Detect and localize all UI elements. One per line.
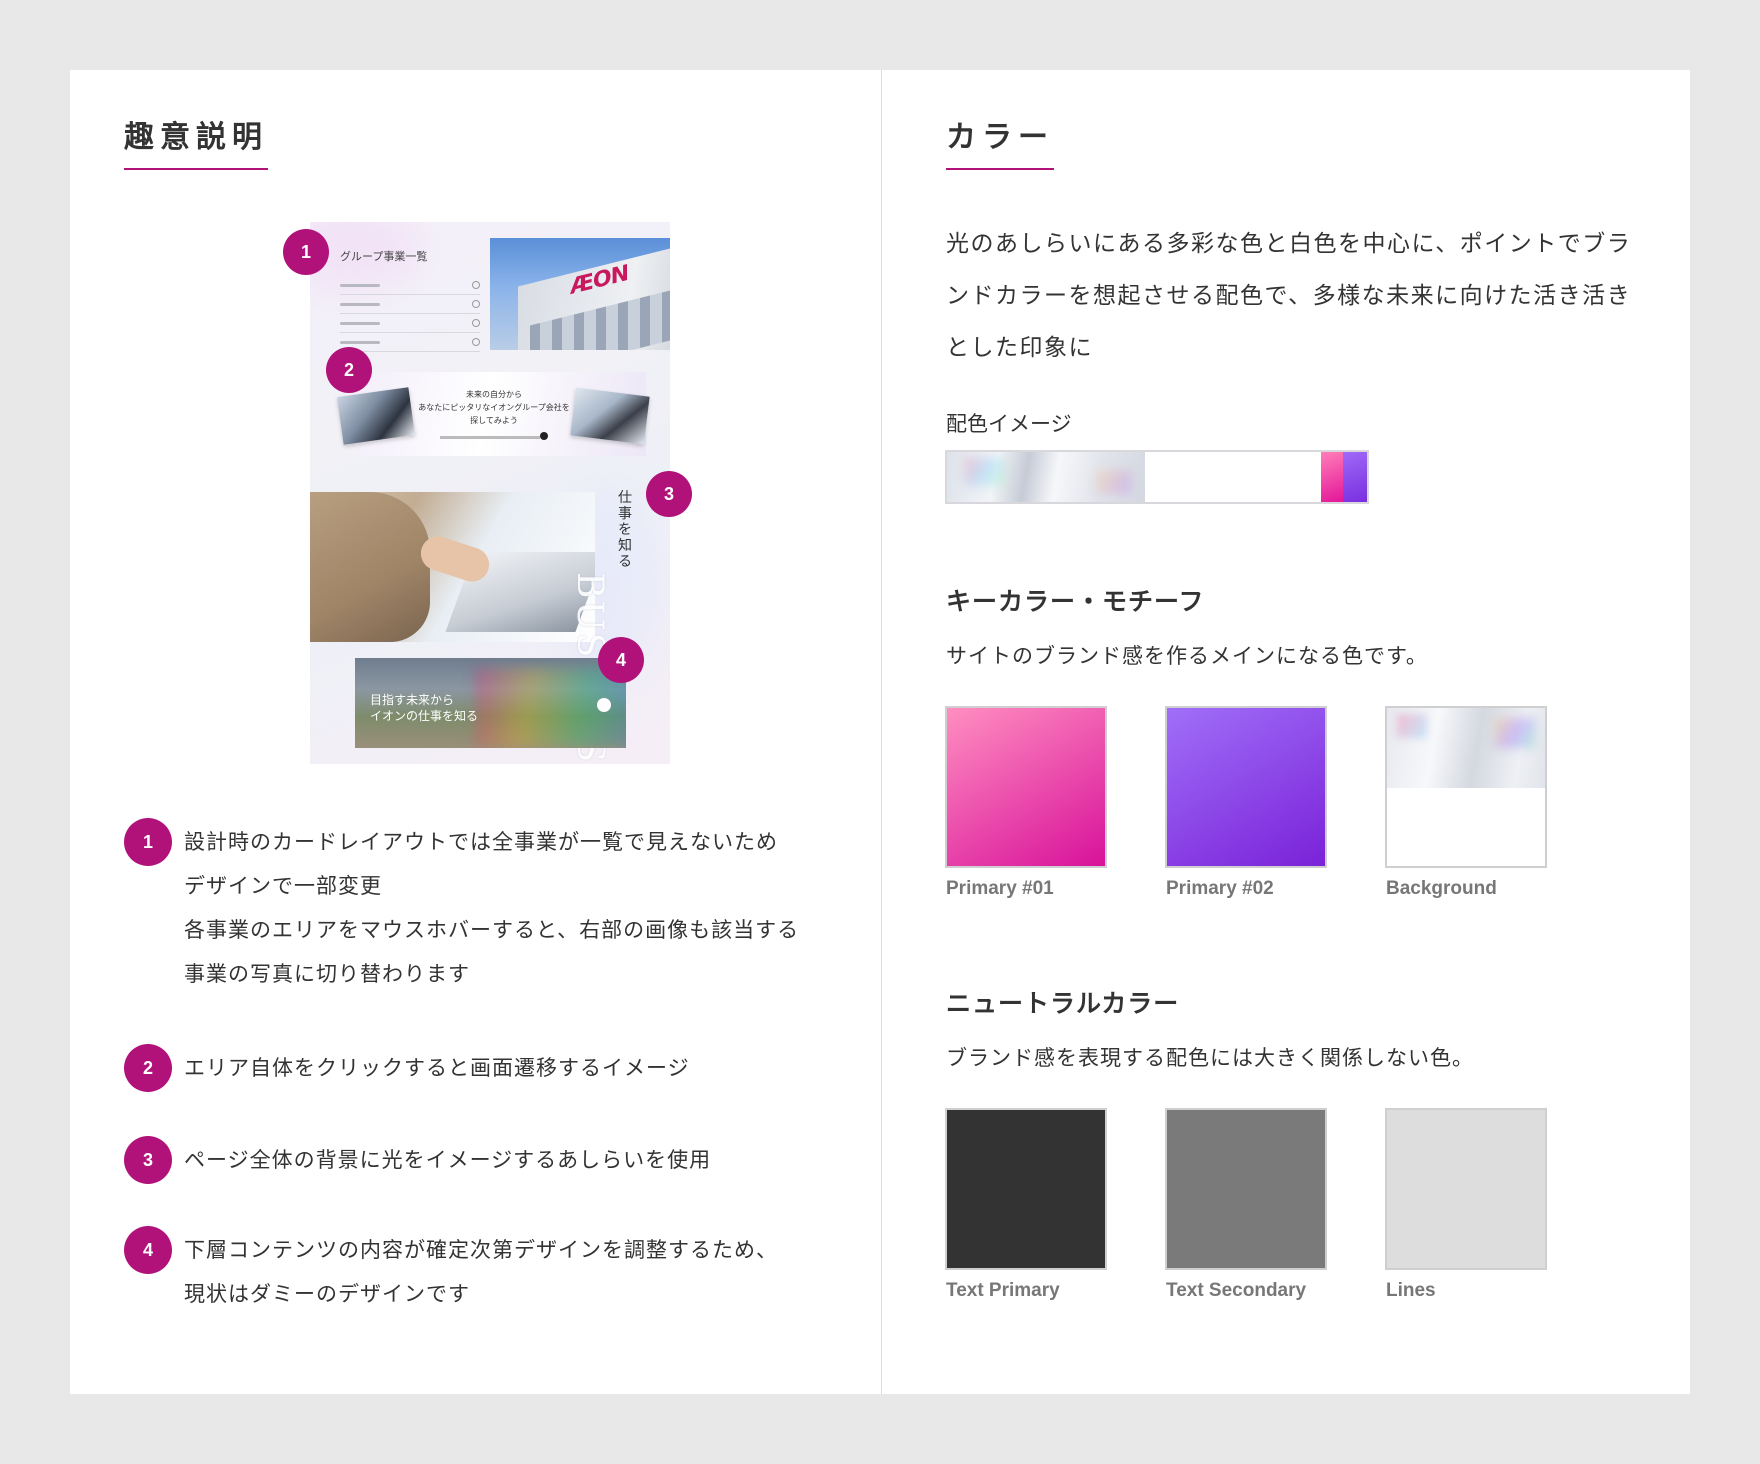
neutral-color-title: ニュートラルカラー	[946, 989, 1180, 1018]
mockup-work-photo	[310, 492, 595, 642]
swatch-background-label: Background	[1386, 878, 1497, 899]
left-heading: 趣意説明	[124, 112, 268, 170]
mockup-badge-4: 4	[598, 637, 644, 683]
color-intro: 光のあしらいにある多彩な色と白色を中心に、ポイントでブランドカラーを想起させる配…	[946, 231, 1632, 361]
swatch-primary-02-label: Primary #02	[1166, 878, 1274, 899]
mockup-banner2-arrow-icon	[540, 432, 548, 440]
note-badge-1: 1	[124, 818, 172, 866]
note-badge-3: 3	[124, 1136, 172, 1184]
mockup-group-title: グループ事業一覧	[340, 250, 428, 263]
swatch-text-primary	[945, 1108, 1107, 1270]
right-heading: カラー	[946, 112, 1054, 170]
mockup-banner2-link	[440, 436, 540, 439]
swatch-primary-01-label: Primary #01	[946, 878, 1054, 899]
palette-white	[1145, 452, 1321, 502]
mockup-banner4-arrow-icon	[597, 698, 611, 712]
mockup-banner2-photo-right	[570, 387, 650, 445]
mockup-badge-1: 1	[283, 229, 329, 275]
mockup-banner2-text: 未来の自分から あなたにピッタリなイオングループ会社を 探してみよう	[418, 390, 570, 425]
note-3-text: ページ全体の背景に光をイメージするあしらいを使用	[184, 1148, 712, 1172]
note-4-text: 下層コンテンツの内容が確定次第デザインを調整するため、 現状はダミーのデザインで…	[184, 1238, 778, 1306]
palette-image-label: 配色イメージ	[946, 412, 1072, 436]
mockup-business-list	[340, 276, 480, 352]
mockup-list-row	[340, 276, 480, 295]
palette-holographic	[947, 452, 1145, 502]
note-badge-4: 4	[124, 1226, 172, 1274]
column-divider	[881, 70, 882, 1394]
neutral-color-desc: ブランド感を表現する配色には大きく関係しない色。	[946, 1046, 1474, 1070]
slide-card: 趣意説明 グループ事業一覧 ÆON 未来の自分から あなたにピッタリなイオングル…	[70, 70, 1690, 1394]
note-1-text: 設計時のカードレイアウトでは全事業が一覧で見えないため デザインで一部変更 各事…	[184, 830, 800, 986]
palette-primary-1	[1321, 452, 1343, 502]
note-badge-2: 2	[124, 1044, 172, 1092]
page-mockup: グループ事業一覧 ÆON 未来の自分から あなたにピッタリなイオングループ会社を…	[310, 222, 670, 764]
key-color-desc: サイトのブランド感を作るメインになる色です。	[946, 644, 1428, 668]
mockup-vertical-title: 仕事を知る	[618, 490, 632, 570]
swatch-text-secondary	[1165, 1108, 1327, 1270]
mockup-badge-2: 2	[326, 347, 372, 393]
palette-image-bar	[945, 450, 1369, 504]
swatch-primary-01	[945, 706, 1107, 868]
mockup-list-row	[340, 295, 480, 314]
swatch-text-primary-label: Text Primary	[946, 1280, 1060, 1301]
key-color-title: キーカラー・モチーフ	[946, 587, 1205, 616]
mockup-badge-3: 3	[646, 471, 692, 517]
swatch-text-secondary-label: Text Secondary	[1166, 1280, 1307, 1301]
mockup-list-row	[340, 333, 480, 352]
swatch-background	[1385, 706, 1547, 868]
swatch-lines	[1385, 1108, 1547, 1270]
palette-primary-2	[1343, 452, 1367, 502]
mockup-building-photo: ÆON	[490, 238, 670, 350]
swatch-lines-label: Lines	[1386, 1280, 1436, 1301]
mockup-banner4-text: 目指す未来から イオンの仕事を知る	[370, 693, 479, 723]
mockup-list-row	[340, 314, 480, 333]
mockup-banner2-photo-left	[337, 387, 415, 445]
swatch-primary-02	[1165, 706, 1327, 868]
note-2-text: エリア自体をクリックすると画面遷移するイメージ	[184, 1056, 690, 1080]
